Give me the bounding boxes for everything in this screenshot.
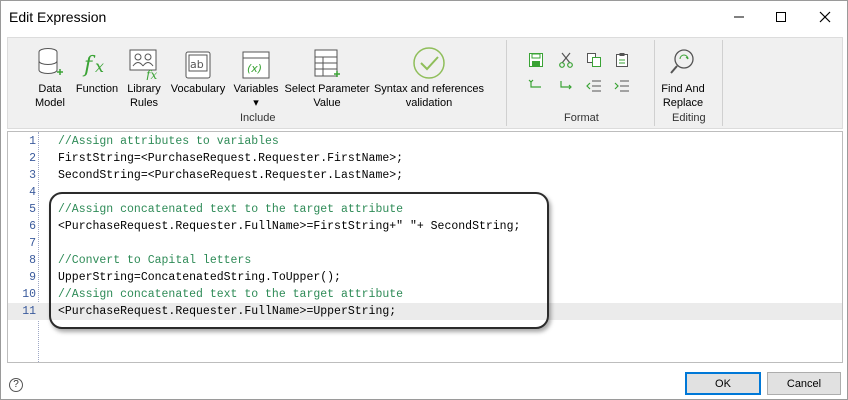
line-number: 5 — [29, 203, 36, 216]
select-parameter-value-button[interactable]: Select Parameter Value — [284, 40, 370, 110]
library-rules-button[interactable]: fx Library Rules — [122, 40, 166, 110]
select-parameter-icon — [312, 40, 342, 80]
code-text: //Assign attributes to variables — [58, 135, 279, 148]
ribbon-toolbar: Data Model f x Function fx Library Rules… — [7, 37, 843, 129]
copy-icon[interactable] — [586, 52, 602, 68]
syntax-validation-button[interactable]: Syntax and references validation — [372, 40, 486, 110]
svg-text:f: f — [82, 53, 96, 78]
format-group-label: Format — [564, 112, 599, 124]
close-icon — [819, 11, 831, 23]
minimize-button[interactable] — [717, 1, 761, 33]
minimize-icon — [734, 16, 744, 18]
line-number: 9 — [29, 271, 36, 284]
outdent-icon[interactable] — [586, 78, 602, 94]
variables-dropdown-button[interactable]: (x) Variables ▾ — [232, 40, 280, 110]
window-title: Edit Expression — [9, 9, 107, 25]
ribbon-separator — [722, 40, 723, 126]
function-button[interactable]: f x Function — [74, 40, 120, 96]
undo-icon[interactable] — [528, 78, 544, 94]
maximize-button[interactable] — [759, 1, 803, 33]
ribbon-separator — [654, 40, 655, 126]
code-text: FirstString=<PurchaseRequest.Requester.F… — [58, 152, 404, 165]
paste-icon[interactable] — [614, 52, 630, 68]
include-group-label: Include — [240, 112, 276, 124]
help-icon[interactable]: ? — [9, 378, 23, 392]
line-number: 1 — [29, 135, 36, 148]
vocabulary-button[interactable]: ab Vocabulary — [168, 40, 228, 96]
line-number: 8 — [29, 254, 36, 267]
svg-text:fx: fx — [145, 68, 157, 80]
ok-button[interactable]: OK — [685, 372, 761, 395]
line-number: 10 — [22, 288, 36, 301]
data-model-icon — [36, 40, 64, 80]
svg-text:ab: ab — [190, 58, 204, 71]
highlight-callout-box — [49, 192, 549, 329]
maximize-icon — [776, 12, 786, 22]
code-text: SecondString=<PurchaseRequest.Requester.… — [58, 169, 404, 182]
indent-icon[interactable] — [614, 78, 630, 94]
line-number: 3 — [29, 169, 36, 182]
line-number: 7 — [29, 237, 36, 250]
ribbon-separator — [506, 40, 507, 126]
editing-group-label: Editing — [672, 112, 706, 124]
title-bar: Edit Expression — [1, 1, 847, 33]
save-icon[interactable] — [528, 52, 544, 68]
cancel-button[interactable]: Cancel — [767, 372, 841, 395]
find-and-replace-button[interactable]: Find And Replace — [658, 40, 708, 110]
code-line: 1 //Assign attributes to variables — [8, 133, 842, 150]
line-number: 11 — [22, 305, 36, 318]
code-line: 2 FirstString=<PurchaseRequest.Requester… — [8, 150, 842, 167]
edit-expression-dialog: Edit Expression Data Model f x Function … — [0, 0, 848, 400]
line-number: 6 — [29, 220, 36, 233]
line-number: 2 — [29, 152, 36, 165]
variables-icon: (x) — [241, 40, 271, 80]
find-replace-icon — [668, 40, 698, 80]
redo-icon[interactable] — [558, 78, 574, 94]
line-number: 4 — [29, 186, 36, 199]
code-line: 3 SecondString=<PurchaseRequest.Requeste… — [8, 167, 842, 184]
svg-text:x: x — [95, 57, 104, 76]
svg-text:(x): (x) — [247, 62, 262, 75]
vocabulary-icon: ab — [184, 40, 212, 80]
cut-icon[interactable] — [558, 52, 574, 68]
library-rules-icon: fx — [129, 40, 159, 80]
close-button[interactable] — [803, 1, 847, 33]
validation-check-icon — [412, 40, 446, 80]
data-model-button[interactable]: Data Model — [28, 40, 72, 110]
function-icon: f x — [82, 40, 112, 80]
